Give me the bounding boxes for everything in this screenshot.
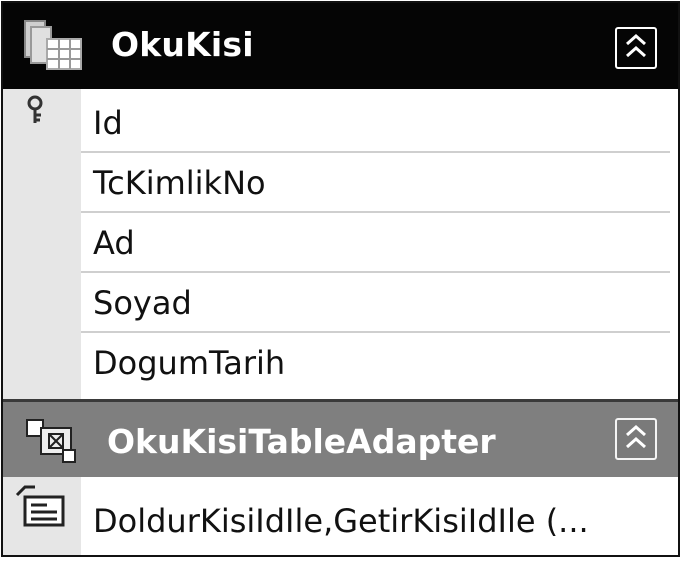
dataset-designer-table[interactable]: OkuKisi Id TcKimlikNo Ad Soyad DogumTari…	[1, 1, 680, 557]
table-adapter-header[interactable]: OkuKisiTableAdapter	[3, 399, 678, 477]
column-row-soyad[interactable]: Soyad	[81, 273, 670, 333]
query-row[interactable]: DoldurKisiIdIle,GetirKisiIdIle (...	[81, 491, 670, 551]
column-row-tckimlikno[interactable]: TcKimlikNo	[81, 153, 670, 213]
column-row-dogumtarih[interactable]: DogumTarih	[81, 333, 670, 393]
primary-key-icon	[23, 95, 47, 129]
column-list: Id TcKimlikNo Ad Soyad DogumTarih	[3, 89, 678, 399]
collapse-table-button[interactable]	[615, 27, 657, 69]
table-adapter-icon	[23, 416, 79, 468]
query-gutter	[3, 477, 81, 555]
column-name: TcKimlikNo	[93, 164, 266, 202]
double-chevron-up-icon	[623, 423, 649, 455]
column-name: Soyad	[93, 284, 192, 322]
column-row-ad[interactable]: Ad	[81, 213, 670, 273]
double-chevron-up-icon	[623, 32, 649, 64]
column-name: DogumTarih	[93, 344, 286, 382]
query-list: DoldurKisiIdIle,GetirKisiIdIle (...	[3, 477, 678, 555]
collapse-adapter-button[interactable]	[615, 418, 657, 460]
query-method-icon	[13, 483, 69, 535]
query-name: DoldurKisiIdIle,GetirKisiIdIle (...	[93, 502, 589, 540]
table-adapter-title: OkuKisiTableAdapter	[107, 422, 496, 461]
column-name: Ad	[93, 224, 135, 262]
table-title: OkuKisi	[111, 25, 254, 64]
column-name: Id	[93, 104, 123, 142]
column-row-id[interactable]: Id	[81, 93, 670, 153]
table-icon	[21, 17, 85, 77]
table-header[interactable]: OkuKisi	[3, 3, 678, 89]
row-gutter	[3, 89, 81, 399]
